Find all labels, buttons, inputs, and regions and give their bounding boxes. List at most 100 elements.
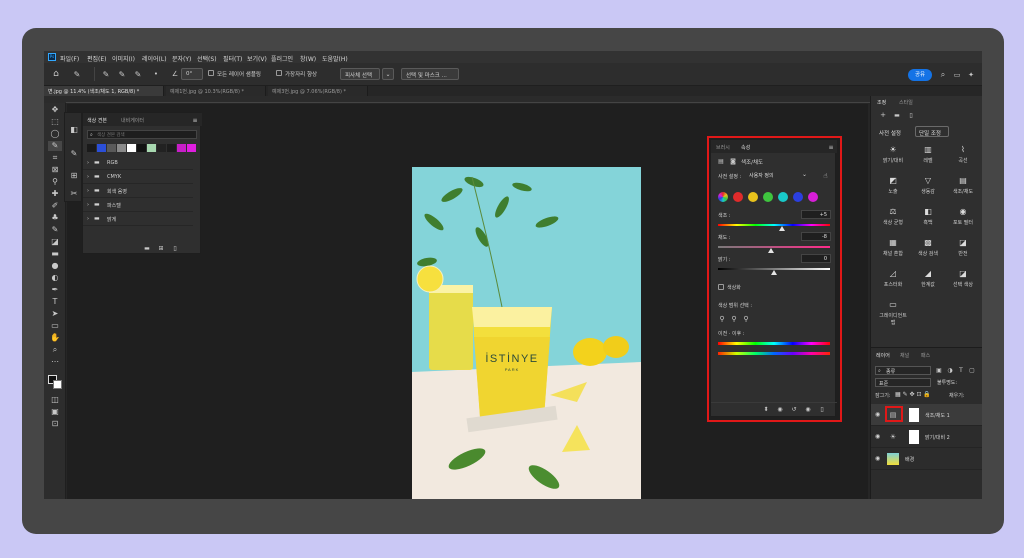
lock-icons[interactable]: ▦ ✎ ✥ ⊡ 🔒 <box>895 391 931 398</box>
marquee-tool-icon[interactable]: ⬚ <box>48 117 62 127</box>
stamp-tool-icon[interactable]: ♣ <box>48 213 62 223</box>
eraser-tool-icon[interactable]: ◪ <box>48 237 62 247</box>
adjustment-item[interactable]: ◪ 선택 색상 <box>947 267 979 295</box>
layer-filter-dropdown[interactable]: ⌕ 종류 <box>875 366 931 375</box>
swatch-group[interactable]: › ▬ CMYK <box>83 171 193 184</box>
add-selection-icon[interactable]: ✎ <box>116 68 128 80</box>
swatch[interactable] <box>117 144 126 152</box>
shape-tool-icon[interactable]: ▭ <box>48 321 62 331</box>
section-single-adjust[interactable]: 단일 조정 <box>915 126 949 137</box>
adjustment-item[interactable]: ▽ 생동감 <box>912 174 944 202</box>
quick-select-tool-icon[interactable]: ✎ <box>70 68 84 80</box>
menu-layer[interactable]: 레이어(L) <box>142 54 167 63</box>
adjustment-item[interactable]: ⌇ 곡선 <box>947 143 979 171</box>
frame-tool-icon[interactable]: ⊠ <box>48 165 62 175</box>
swatch-group[interactable]: › ▬ RGB <box>83 157 193 170</box>
adjustment-item[interactable]: ◪ 반전 <box>947 236 979 264</box>
adjustment-item[interactable]: ▭ 그레이디언트 맵 <box>877 298 909 326</box>
section-presets[interactable]: 사전 설정 <box>879 129 901 137</box>
gradient-tool-icon[interactable]: ▬ <box>48 249 62 259</box>
sample-all-checkbox[interactable] <box>208 70 214 76</box>
home-icon[interactable]: ⌂ <box>50 68 62 80</box>
tab-adjustments[interactable]: 조정 <box>877 99 886 106</box>
share-button[interactable]: 공유 <box>908 69 932 81</box>
filter-pixel-icon[interactable]: ▣ <box>935 366 943 374</box>
swatch[interactable] <box>97 144 106 152</box>
filter-shape-icon[interactable]: ▢ <box>968 366 976 374</box>
hand-tool-icon[interactable]: ✋ <box>48 333 62 343</box>
add-icon[interactable]: + <box>879 111 887 119</box>
swatch-group[interactable]: › ▬ 파스텔 <box>83 199 193 212</box>
quick-select-tool-icon[interactable]: ✎ <box>48 141 62 151</box>
eye-icon[interactable]: ◉ <box>875 411 880 418</box>
swatch[interactable] <box>137 144 146 152</box>
adjustment-item[interactable]: ◉ 포토 필터 <box>947 205 979 233</box>
discover-icon[interactable]: ✦ <box>966 69 976 81</box>
adjustment-item[interactable]: ◢ 한계값 <box>912 267 944 295</box>
folder-icon[interactable]: ▬ <box>143 244 151 252</box>
panel-menu-icon[interactable]: ≡ <box>191 116 199 124</box>
eye-icon[interactable]: ◉ <box>875 433 880 440</box>
adjustment-item[interactable]: ▦ 채널 혼합 <box>877 236 909 264</box>
pen-tool-icon[interactable]: ✒ <box>48 285 62 295</box>
adjustment-item[interactable]: ▥ 레벨 <box>912 143 944 171</box>
healing-tool-icon[interactable]: ✚ <box>48 189 62 199</box>
menu-view[interactable]: 보기(V) <box>247 54 267 63</box>
adjustment-item[interactable]: ▩ 색상 검색 <box>912 236 944 264</box>
tab-styles[interactable]: 스타일 <box>899 99 913 106</box>
swatch[interactable] <box>177 144 186 152</box>
adjustment-item[interactable]: ⚖ 색상 균형 <box>877 205 909 233</box>
swatch-group[interactable]: › ▬ 밝게 <box>83 213 193 226</box>
swatch-group[interactable]: › ▬ 회색 음영 <box>83 185 193 198</box>
quick-mask-icon[interactable]: ◫ <box>48 395 62 405</box>
enhance-edge-checkbox[interactable] <box>276 70 282 76</box>
object-select-button[interactable]: 피사체 선택 <box>340 68 380 80</box>
type-tool-icon[interactable]: T <box>48 297 62 307</box>
brush-dock-icon[interactable]: ✎ <box>68 147 80 159</box>
swatch[interactable] <box>167 144 176 152</box>
document-image[interactable]: İSTİNYE PARK <box>412 167 641 499</box>
menu-file[interactable]: 파일(F) <box>60 54 79 63</box>
adjustment-item[interactable]: ▤ 색조/채도 <box>947 174 979 202</box>
blur-tool-icon[interactable]: ● <box>48 261 62 271</box>
swatch-search-field[interactable]: ⌕ 색상 견본 검색 <box>87 130 197 139</box>
move-tool-icon[interactable]: ✥ <box>48 105 62 115</box>
dodge-tool-icon[interactable]: ◐ <box>48 273 62 283</box>
layer-row[interactable]: ◉ ☀ 밝기/대비 2 <box>871 426 982 448</box>
subtract-selection-icon[interactable]: ✎ <box>132 68 144 80</box>
swatch[interactable] <box>107 144 116 152</box>
blend-mode-dropdown[interactable]: 표준 <box>875 378 931 387</box>
swatch[interactable] <box>157 144 166 152</box>
tab-channels[interactable]: 채널 <box>900 352 909 359</box>
menu-plugins[interactable]: 플러그인 <box>271 54 293 63</box>
swatch[interactable] <box>87 144 96 152</box>
tab-document-1[interactable]: 변.jpg @ 11.4% (색조/채도 1, RGB/8) * <box>44 86 164 96</box>
tab-document-2[interactable]: 예제1번.jpg @ 10.3%(RGB/8) * <box>166 86 266 96</box>
menu-select[interactable]: 선택(S) <box>197 54 217 63</box>
folder-icon[interactable]: ▬ <box>893 111 901 119</box>
path-select-icon[interactable]: ➤ <box>48 309 62 319</box>
tab-document-3[interactable]: 예제3번.jpg @ 7.06%(RGB/8) * <box>268 86 368 96</box>
lasso-tool-icon[interactable]: ◯ <box>48 129 62 139</box>
delete-icon[interactable]: ▯ <box>907 111 915 119</box>
menu-help[interactable]: 도움말(H) <box>322 54 348 63</box>
filter-type-icon[interactable]: T <box>957 366 965 374</box>
tab-swatches[interactable]: 색상 견본 <box>87 117 107 124</box>
tab-navigator[interactable]: 내비게이터 <box>121 117 144 124</box>
swatch[interactable] <box>127 144 136 152</box>
brush-tool-icon[interactable]: ✐ <box>48 201 62 211</box>
properties-dock-icon[interactable]: ◧ <box>68 123 80 135</box>
workspace-icon[interactable]: ▭ <box>952 69 962 81</box>
delete-icon[interactable]: ▯ <box>171 244 179 252</box>
eyedropper-tool-icon[interactable]: ⚲ <box>48 177 62 187</box>
select-mask-button[interactable]: 선택 및 마스크 ... <box>401 68 459 80</box>
menu-window[interactable]: 창(W) <box>300 54 316 63</box>
menu-edit[interactable]: 편집(E) <box>87 54 107 63</box>
brush-size-icon[interactable]: • <box>150 68 162 80</box>
zoom-tool-icon[interactable]: ⌕ <box>48 345 62 355</box>
new-swatch-icon[interactable]: ⊞ <box>157 244 165 252</box>
adjustment-item[interactable]: ◩ 노출 <box>877 174 909 202</box>
more-tools-icon[interactable]: ⋯ <box>48 357 62 367</box>
adjust-dock-icon[interactable]: ⊞ <box>68 169 80 181</box>
swatch[interactable] <box>187 144 196 152</box>
